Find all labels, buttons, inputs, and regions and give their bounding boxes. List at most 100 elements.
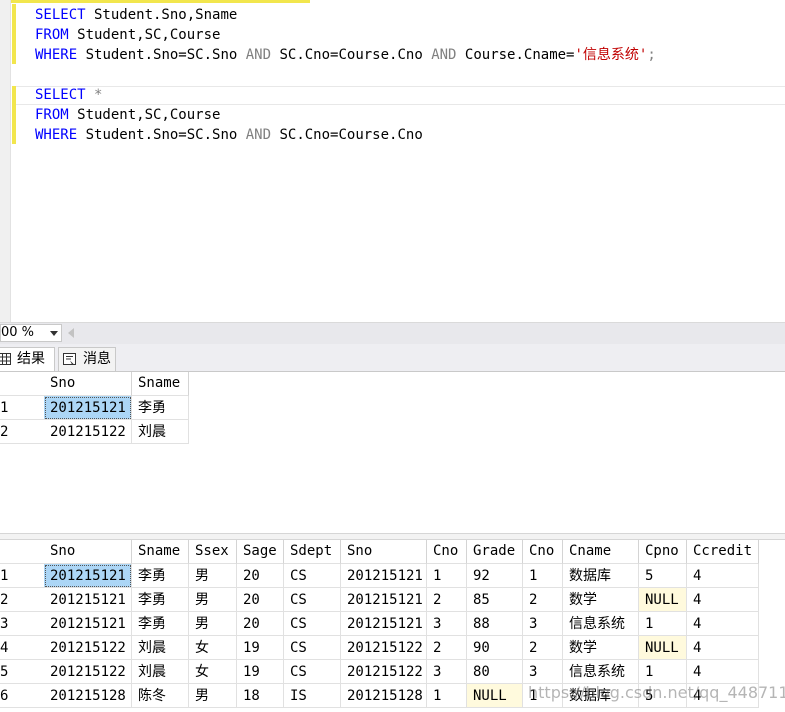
grid-cell[interactable]: 1 <box>427 684 467 708</box>
grid-cell[interactable]: 201215122 <box>341 660 427 684</box>
column-header[interactable]: Ccredit <box>687 540 759 564</box>
grid-cell[interactable]: 1 <box>523 564 563 588</box>
grid-cell[interactable]: 数学 <box>563 588 639 612</box>
grid-cell[interactable]: CS <box>284 612 341 636</box>
code-line-6[interactable]: FROM Student,SC,Course <box>35 105 220 125</box>
grid-cell[interactable]: 2 <box>523 588 563 612</box>
grid-cell[interactable]: 90 <box>467 636 523 660</box>
tab-messages[interactable]: 消息 <box>58 347 116 371</box>
grid-cell[interactable]: 201215128 <box>44 684 132 708</box>
grid-cell[interactable]: 3 <box>427 660 467 684</box>
column-header[interactable]: Grade <box>467 540 523 564</box>
grid-cell[interactable]: 刘晨 <box>132 660 189 684</box>
grid-cell[interactable]: 李勇 <box>132 588 189 612</box>
column-header[interactable]: Sno <box>44 372 132 396</box>
grid-cell[interactable]: 4 <box>687 564 759 588</box>
zoom-dropdown[interactable]: 00 % <box>0 324 62 342</box>
grid-cell[interactable]: 男 <box>189 612 237 636</box>
column-header[interactable]: Cpno <box>639 540 687 564</box>
grid-cell[interactable]: 数学 <box>563 636 639 660</box>
grid-cell[interactable]: 5 <box>639 564 687 588</box>
grid-cell[interactable]: 3 <box>523 660 563 684</box>
grid-cell[interactable]: IS <box>284 684 341 708</box>
column-header[interactable]: Sno <box>341 540 427 564</box>
column-header[interactable]: Sname <box>132 372 189 396</box>
grid-cell[interactable]: 20 <box>237 588 284 612</box>
column-header[interactable]: Ssex <box>189 540 237 564</box>
column-header[interactable]: Cno <box>427 540 467 564</box>
null-cell[interactable]: NULL <box>467 684 523 708</box>
grid-cell[interactable]: 92 <box>467 564 523 588</box>
grid-cell[interactable]: 20 <box>237 612 284 636</box>
column-header[interactable]: Sage <box>237 540 284 564</box>
grid-cell[interactable]: 李勇 <box>132 396 189 420</box>
chevron-down-icon[interactable] <box>50 331 58 336</box>
grid-cell[interactable]: 数据库 <box>563 564 639 588</box>
column-header[interactable]: Sno <box>44 540 132 564</box>
grid-cell[interactable]: 男 <box>189 564 237 588</box>
grid-splitter[interactable] <box>0 533 785 540</box>
sql-editor[interactable]: SELECT Student.Sno,Sname FROM Student,SC… <box>0 0 785 322</box>
tab-results[interactable]: 结果 <box>0 347 55 371</box>
scroll-left-arrow-icon[interactable] <box>68 328 74 338</box>
code-line-5[interactable]: SELECT * <box>35 85 102 105</box>
grid-corner[interactable] <box>0 540 44 564</box>
column-header[interactable]: Cno <box>523 540 563 564</box>
code-line-7[interactable]: WHERE Student.Sno=SC.Sno AND SC.Cno=Cour… <box>35 125 423 145</box>
grid-cell[interactable]: 4 <box>687 612 759 636</box>
grid-cell[interactable]: 刘晨 <box>132 636 189 660</box>
grid-cell[interactable]: 1 <box>639 612 687 636</box>
grid-cell[interactable]: 201215121 <box>44 588 132 612</box>
grid-cell[interactable]: CS <box>284 636 341 660</box>
code-line-2[interactable]: FROM Student,SC,Course <box>35 25 220 45</box>
grid-cell[interactable]: 201215122 <box>44 636 132 660</box>
grid-cell[interactable]: 1 <box>427 564 467 588</box>
grid-cell[interactable]: 85 <box>467 588 523 612</box>
grid-cell[interactable]: 201215121 <box>44 396 132 420</box>
grid-cell[interactable]: 201215121 <box>341 588 427 612</box>
code-line-1[interactable]: SELECT Student.Sno,Sname <box>35 5 237 25</box>
grid-cell[interactable]: 2 <box>427 636 467 660</box>
grid-cell[interactable]: 李勇 <box>132 564 189 588</box>
null-cell[interactable]: NULL <box>639 636 687 660</box>
grid-cell[interactable]: 信息系统 <box>563 660 639 684</box>
code-line-3[interactable]: WHERE Student.Sno=SC.Sno AND SC.Cno=Cour… <box>35 45 656 65</box>
grid-cell[interactable]: 201215121 <box>44 564 132 588</box>
grid-cell[interactable]: 20 <box>237 564 284 588</box>
column-header[interactable]: Cname <box>563 540 639 564</box>
grid-cell[interactable]: 2 <box>427 588 467 612</box>
row-number[interactable]: 2 <box>0 420 44 444</box>
null-cell[interactable]: NULL <box>639 588 687 612</box>
grid-corner[interactable] <box>0 372 44 396</box>
grid-cell[interactable]: 陈冬 <box>132 684 189 708</box>
grid-cell[interactable]: 19 <box>237 660 284 684</box>
grid-cell[interactable]: 3 <box>523 612 563 636</box>
grid-cell[interactable]: 李勇 <box>132 612 189 636</box>
grid-cell[interactable]: CS <box>284 660 341 684</box>
row-number[interactable]: 1 <box>0 564 44 588</box>
grid-cell[interactable]: 80 <box>467 660 523 684</box>
row-number[interactable]: 2 <box>0 588 44 612</box>
grid-cell[interactable]: 19 <box>237 636 284 660</box>
grid-cell[interactable]: 201215122 <box>44 660 132 684</box>
grid-cell[interactable]: 4 <box>687 588 759 612</box>
column-header[interactable]: Sname <box>132 540 189 564</box>
grid-cell[interactable]: 刘晨 <box>132 420 189 444</box>
row-number[interactable]: 5 <box>0 660 44 684</box>
grid-cell[interactable]: 201215122 <box>341 636 427 660</box>
grid-cell[interactable]: 4 <box>687 660 759 684</box>
grid-cell[interactable]: 201215121 <box>341 612 427 636</box>
grid-cell[interactable]: 18 <box>237 684 284 708</box>
grid-cell[interactable]: CS <box>284 588 341 612</box>
grid-cell[interactable]: 201215122 <box>44 420 132 444</box>
grid-cell[interactable]: 4 <box>687 636 759 660</box>
grid-cell[interactable]: 3 <box>427 612 467 636</box>
grid-cell[interactable]: 201215121 <box>341 564 427 588</box>
row-number[interactable]: 4 <box>0 636 44 660</box>
row-number[interactable]: 6 <box>0 684 44 708</box>
grid-cell[interactable]: 男 <box>189 588 237 612</box>
row-number[interactable]: 3 <box>0 612 44 636</box>
grid-cell[interactable]: CS <box>284 564 341 588</box>
grid-cell[interactable]: 信息系统 <box>563 612 639 636</box>
grid-cell[interactable]: 1 <box>639 660 687 684</box>
